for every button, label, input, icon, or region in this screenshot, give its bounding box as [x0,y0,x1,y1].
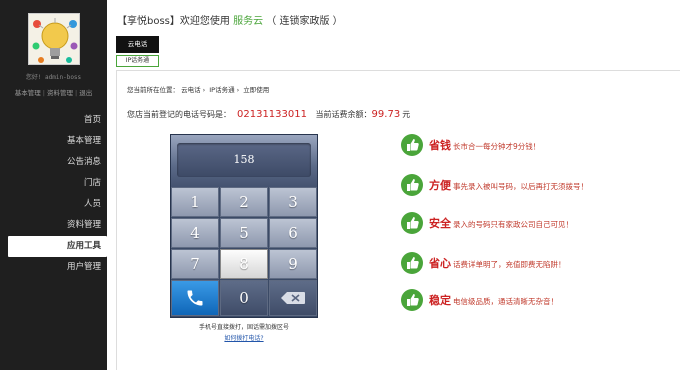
phone-label: 您店当前登记的电话号码是： [127,110,231,119]
breadcrumb-use-now[interactable]: 立即使用 [243,86,269,94]
feature-desc: 长市合一每分钟才9分钱！ [453,142,541,151]
key-2[interactable]: 2 [220,187,268,217]
sidebar-item-basic[interactable]: 基本管理 [0,131,107,152]
key-9[interactable]: 9 [269,249,317,279]
thumbs-up-icon [401,252,423,274]
how-to-dial-link[interactable]: 如何拨打电话? [170,333,318,342]
phone-number: 02131133011 [237,109,307,120]
key-5[interactable]: 5 [220,218,268,248]
feature-desc: 事先录入被叫号码，以后再打无须拨号！ [453,182,588,191]
breadcrumb-cloud-phone[interactable]: 云电话 [181,86,201,94]
feature-title: 省心 [429,257,451,270]
key-3[interactable]: 3 [269,187,317,217]
thumbs-up-icon [401,134,423,156]
balance-value: 99.73 [371,109,401,120]
breadcrumb: 您当前所在位置： 云电话 › IP话务通 › 立即使用 [127,86,270,94]
tab-cloud-phone[interactable]: 云电话 [116,36,159,53]
dialer: 158 1 2 3 4 5 6 7 8 9 0 [170,134,318,318]
feature-title: 稳定 [429,294,451,307]
breadcrumb-ip-phone[interactable]: IP话务通 [209,86,234,94]
thumbs-up-icon [401,289,423,311]
tab-ip-phone[interactable]: IP话务通 [116,55,159,67]
quick-links: 基本管理 | 资料管理 | 退出 [14,89,93,97]
key-8[interactable]: 8 [220,249,268,279]
main-panel: 您当前所在位置： 云电话 › IP话务通 › 立即使用 您店当前登记的电话号码是： 0… [116,70,680,370]
backspace-icon [281,292,305,304]
sidebar-item-staff[interactable]: 人员 [0,194,107,215]
thumbs-up-icon [401,212,423,234]
key-6[interactable]: 6 [269,218,317,248]
sidebar-menu: 首页 基本管理 公告消息 门店 人员 资料管理 应用工具 用户管理 [0,110,107,278]
thumbs-up-icon [401,174,423,196]
title-prefix: 【享悦boss】欢迎您使用 [117,16,230,27]
sidebar: 您好! admin-boss 基本管理 | 资料管理 | 退出 首页 基本管理 公告消息… [0,0,107,370]
feature-desc: 录入的号码只有家政公司自己可见！ [453,220,573,229]
sidebar-item-profile[interactable]: 资料管理 [0,215,107,236]
key-7[interactable]: 7 [171,249,219,279]
feature-title: 方便 [429,179,451,192]
sidebar-item-stores[interactable]: 门店 [0,173,107,194]
dialed-number[interactable]: 158 [177,143,311,177]
quick-link-basic[interactable]: 基本管理 [15,89,41,97]
sidebar-item-users[interactable]: 用户管理 [0,257,107,278]
key-4[interactable]: 4 [171,218,219,248]
account-info: 您店当前登记的电话号码是： 02131133011 当前话费余额：99.73 元 [127,109,410,120]
quick-link-profile[interactable]: 资料管理 [47,89,73,97]
sidebar-item-home[interactable]: 首页 [0,110,107,131]
feature-desc: 话费详单明了，充值即费无陷阱！ [453,260,566,269]
feature-title: 安全 [429,217,451,230]
key-1[interactable]: 1 [171,187,219,217]
breadcrumb-label: 您当前所在位置： [127,86,179,94]
title-service: 服务云 [233,16,264,27]
dialer-display: 158 [171,135,317,187]
balance-unit: 元 [402,110,411,119]
sidebar-item-notices[interactable]: 公告消息 [0,152,107,173]
greeting-text: 您好! admin-boss [25,74,82,81]
feature-desc: 电信级品质，通话清晰无杂音！ [453,297,558,306]
company-logo [28,13,80,65]
feature-title: 省钱 [429,139,451,152]
quick-link-logout[interactable]: 退出 [79,89,92,97]
backspace-button[interactable] [269,280,317,316]
phone-handset-icon [187,290,203,306]
dial-note: 手机号直接拨打，固话需加拨区号 [198,324,289,331]
sidebar-item-tools[interactable]: 应用工具 [8,236,107,257]
call-button[interactable] [171,280,219,316]
key-0[interactable]: 0 [220,280,268,316]
balance-label: 当前话费余额： [315,110,372,119]
title-suffix: （ 连锁家政版 ） [266,16,343,27]
page-title: 【享悦boss】欢迎您使用 服务云 （ 连锁家政版 ） [117,12,343,27]
